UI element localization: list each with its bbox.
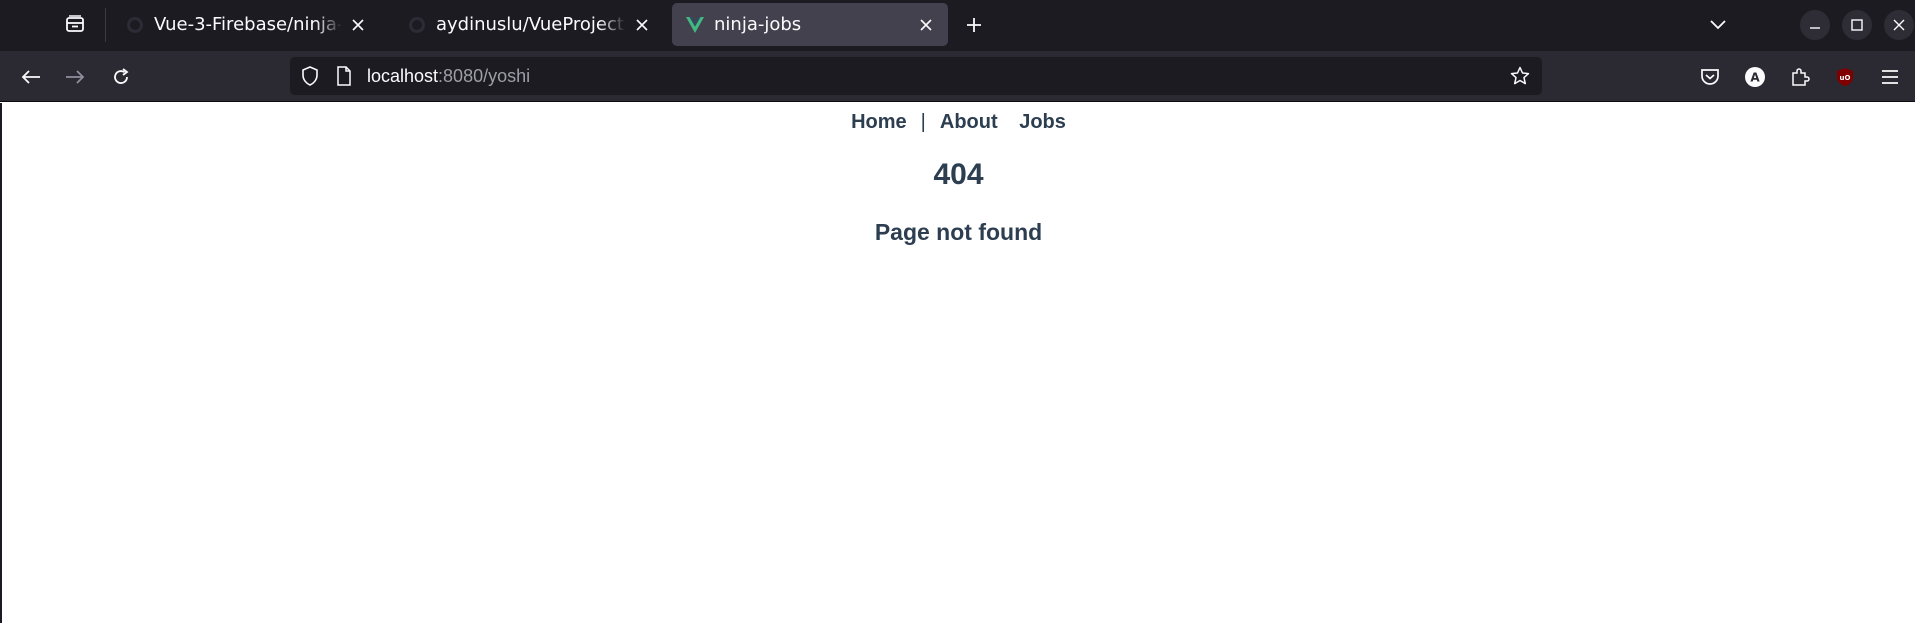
page-viewport: Home | About Jobs 404 Page not found <box>0 103 1915 623</box>
new-tab-button[interactable] <box>958 10 990 40</box>
forward-button[interactable] <box>58 60 92 94</box>
firefox-view-button[interactable] <box>56 8 94 40</box>
tab-separator <box>105 8 106 42</box>
chevron-down-icon <box>1710 20 1726 30</box>
tab-title: ninja-jobs <box>714 14 802 35</box>
nav-separator: | <box>920 111 926 133</box>
not-found-message: Page not found <box>874 219 1043 245</box>
tab-title: aydinuslu/VueProjects at <box>436 14 626 35</box>
address-bar[interactable]: localhost:8080/yoshi <box>290 57 1542 95</box>
minimize-icon <box>1810 27 1820 29</box>
account-avatar-icon: A <box>1745 67 1765 87</box>
close-tab-icon[interactable] <box>346 13 370 37</box>
tab-vue-3-firebase[interactable]: Vue-3-Firebase/ninja-jobs <box>112 3 380 46</box>
arrow-right-icon <box>66 70 85 84</box>
reload-icon <box>114 68 129 84</box>
reload-button[interactable] <box>104 60 138 94</box>
svg-text:uO: uO <box>1840 74 1851 82</box>
vue-icon <box>686 16 704 34</box>
url-path: :8080/yoshi <box>438 66 531 86</box>
hamburger-menu-icon <box>1882 70 1898 84</box>
pocket-button[interactable] <box>1693 60 1727 94</box>
star-icon[interactable] <box>1510 66 1530 86</box>
account-button[interactable]: A <box>1738 60 1772 94</box>
minimize-button[interactable] <box>1800 10 1830 40</box>
puzzle-icon <box>1792 68 1810 86</box>
close-tab-icon[interactable] <box>630 13 654 37</box>
shield-icon[interactable] <box>300 66 320 86</box>
maximize-icon <box>1851 19 1863 31</box>
nav-link-jobs[interactable]: Jobs <box>1019 111 1066 133</box>
github-icon <box>126 16 144 34</box>
url-host: localhost <box>367 66 439 86</box>
pocket-icon <box>1701 69 1719 85</box>
close-icon <box>1893 19 1905 31</box>
nav-link-home[interactable]: Home <box>851 111 907 133</box>
navigation-toolbar: localhost:8080/yoshi A uO <box>0 51 1915 102</box>
github-icon <box>408 16 426 34</box>
extensions-button[interactable] <box>1783 60 1817 94</box>
firefox-view-icon <box>66 15 84 32</box>
maximize-button[interactable] <box>1842 10 1872 40</box>
tab-ninja-jobs[interactable]: ninja-jobs <box>672 3 948 46</box>
plus-icon <box>967 18 981 32</box>
arrow-left-icon <box>21 70 40 84</box>
ublock-button[interactable]: uO <box>1828 60 1862 94</box>
list-all-tabs-button[interactable] <box>1703 10 1733 40</box>
nav-link-about[interactable]: About <box>940 111 998 133</box>
close-tab-icon[interactable] <box>914 13 938 37</box>
tab-vueprojects[interactable]: aydinuslu/VueProjects at <box>394 3 664 46</box>
ublock-origin-icon: uO <box>1837 68 1853 86</box>
svg-text:A: A <box>1750 71 1760 85</box>
close-window-button[interactable] <box>1884 10 1914 40</box>
site-nav: Home | About Jobs <box>2 111 1915 134</box>
page-icon[interactable] <box>334 66 354 86</box>
menu-button[interactable] <box>1873 60 1907 94</box>
tab-title: Vue-3-Firebase/ninja-jobs <box>154 14 342 35</box>
back-button[interactable] <box>14 60 48 94</box>
tab-strip: Vue-3-Firebase/ninja-jobs aydinuslu/VueP… <box>0 0 1915 51</box>
url-text[interactable]: localhost:8080/yoshi <box>367 66 530 87</box>
error-code-heading: 404 <box>933 158 984 191</box>
